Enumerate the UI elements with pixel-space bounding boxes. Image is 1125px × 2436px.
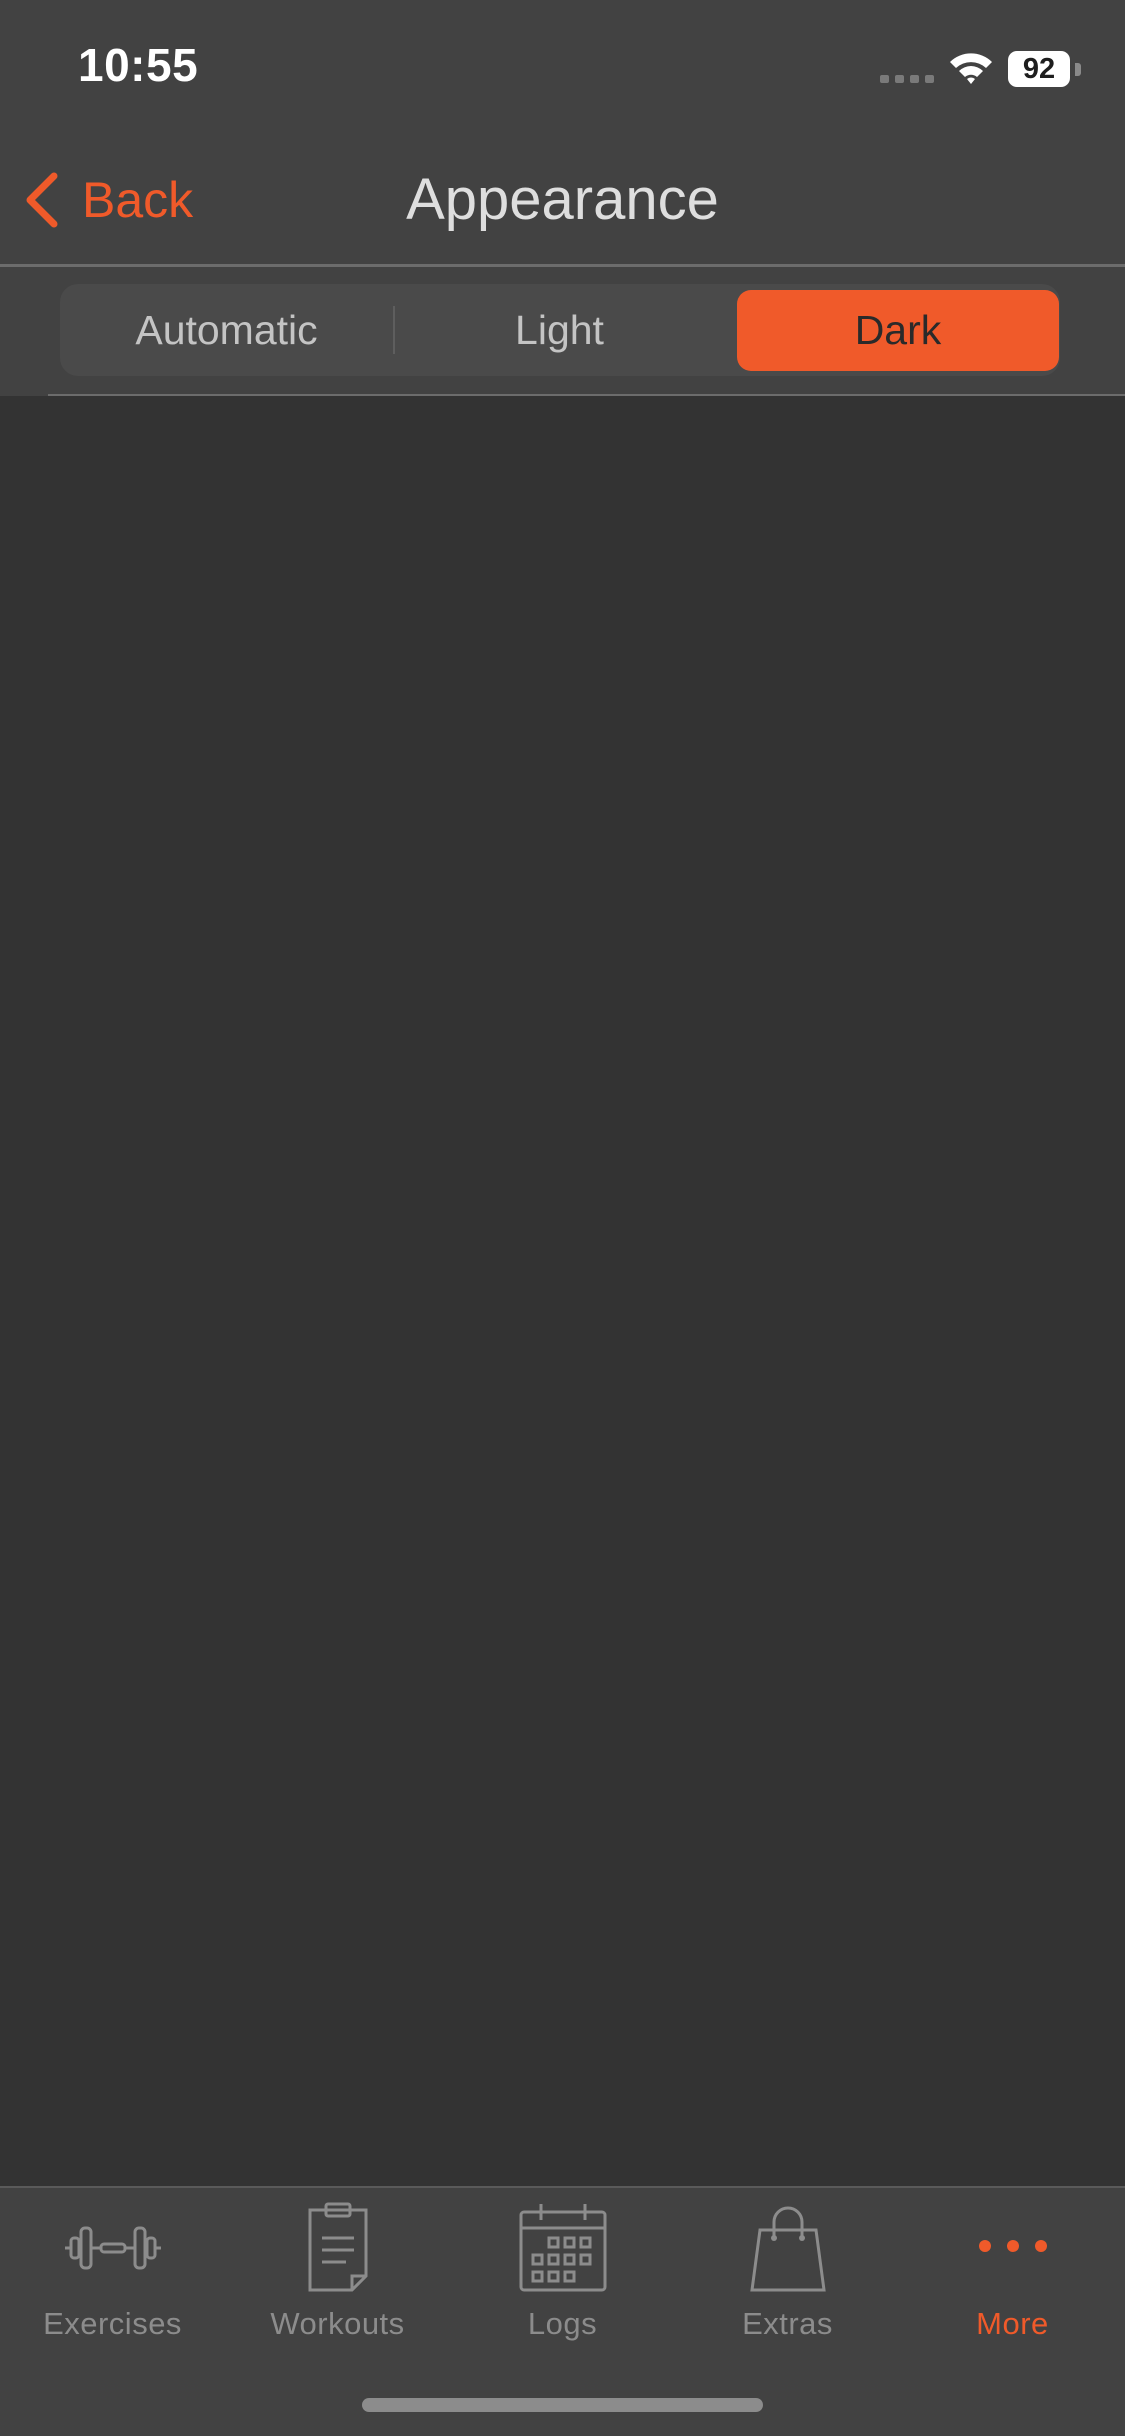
home-indicator[interactable] <box>362 2398 763 2412</box>
battery-icon: 92 <box>1008 51 1081 87</box>
appearance-selector-area: Automatic Light Dark <box>0 267 1125 396</box>
page-title: Appearance <box>406 167 719 232</box>
status-time: 10:55 <box>78 39 199 91</box>
tab-logs[interactable]: Logs <box>450 2202 675 2352</box>
tab-label: Workouts <box>270 2306 405 2341</box>
battery-tip <box>1075 63 1081 76</box>
cellular-signal-icon <box>880 75 934 83</box>
calendar-icon <box>519 2204 606 2292</box>
tab-workouts[interactable]: Workouts <box>225 2202 450 2352</box>
content-area <box>0 396 1125 2186</box>
tab-label: More <box>976 2306 1049 2341</box>
battery-level: 92 <box>1022 53 1056 85</box>
more-dots-icon <box>978 2240 1047 2252</box>
appearance-segmented-control: Automatic Light Dark <box>60 284 1060 376</box>
wifi-icon <box>950 53 992 84</box>
tab-label: Extras <box>742 2306 833 2341</box>
appearance-screen: 10:55 92 Back Appearance Automatic Light… <box>0 0 1125 2436</box>
tab-label: Exercises <box>43 2306 182 2341</box>
tab-label: Logs <box>527 2306 598 2341</box>
shopping-bag-icon <box>749 2206 826 2292</box>
status-bar: 10:55 92 <box>0 0 1125 135</box>
segment-dark[interactable]: Dark <box>737 290 1059 371</box>
tab-more[interactable]: More <box>900 2202 1125 2352</box>
dumbbell-icon <box>64 2226 161 2270</box>
clipboard-icon <box>308 2202 367 2292</box>
segment-light[interactable]: Light <box>393 284 726 376</box>
navigation-bar: Back Appearance <box>0 135 1125 265</box>
tab-extras[interactable]: Extras <box>675 2202 900 2352</box>
segment-automatic[interactable]: Automatic <box>60 284 393 376</box>
tab-exercises[interactable]: Exercises <box>0 2202 225 2352</box>
